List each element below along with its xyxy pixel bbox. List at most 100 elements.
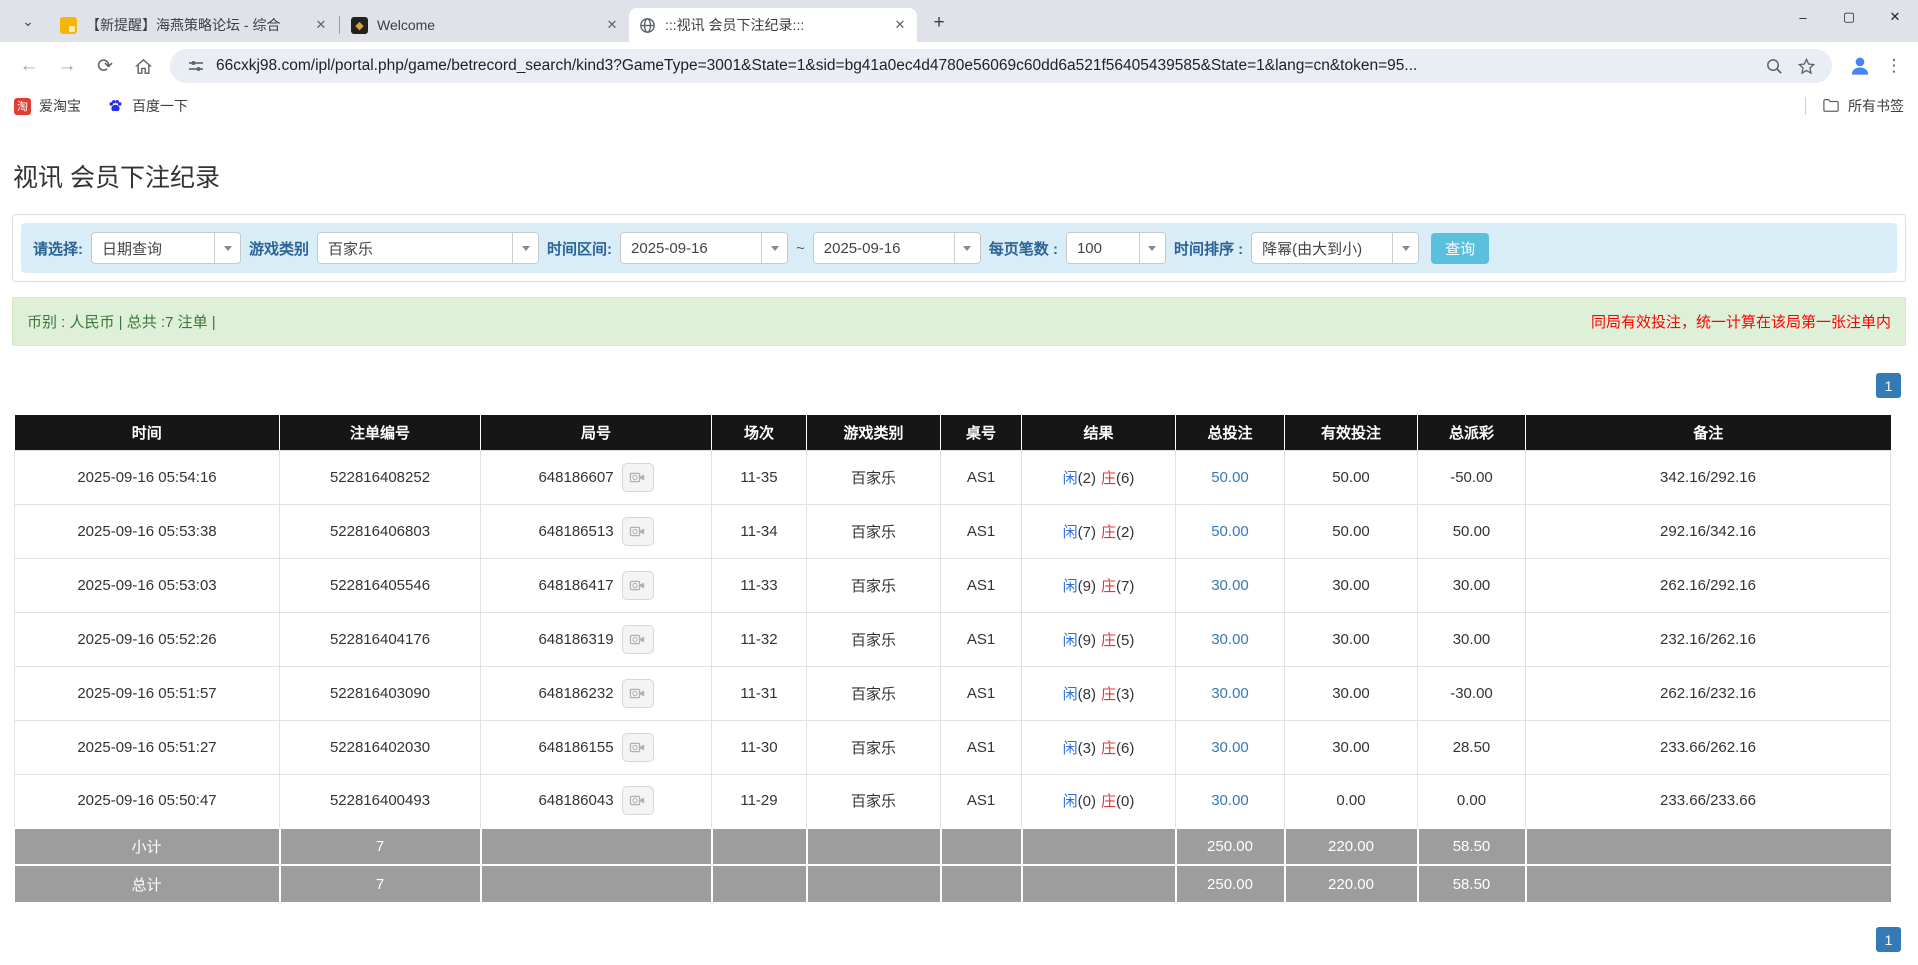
cell-total-bet: 30.00 — [1176, 612, 1285, 666]
tab-title: 【新提醒】海燕策略论坛 - 综合 — [86, 15, 304, 35]
table-header-row: 时间 注单编号 局号 场次 游戏类别 桌号 结果 总投注 有效投注 总派彩 备注 — [15, 415, 1891, 450]
cell-session: 11-33 — [712, 558, 807, 612]
cell-bet-id: 522816402030 — [280, 720, 481, 774]
cell-remark: 262.16/292.16 — [1526, 558, 1891, 612]
table-row: 2025-09-16 05:52:26522816404176648186319… — [15, 612, 1891, 666]
game-type-label: 游戏类别 — [249, 238, 309, 259]
cell-time: 2025-09-16 05:52:26 — [15, 612, 280, 666]
table-row: 2025-09-16 05:51:57522816403090648186232… — [15, 666, 1891, 720]
page-number-button[interactable]: 1 — [1876, 927, 1901, 952]
cell-payout: -50.00 — [1418, 450, 1526, 504]
all-bookmarks[interactable]: 所有书签 — [1805, 96, 1904, 116]
forward-icon[interactable]: → — [50, 49, 84, 83]
cell-payout: 30.00 — [1418, 558, 1526, 612]
result-banker: 庄 — [1101, 524, 1116, 541]
bookmark-aitaobao[interactable]: 淘 爱淘宝 — [14, 96, 81, 116]
cell-result: 闲(8)庄(3) — [1022, 666, 1176, 720]
cell-table-no: AS1 — [941, 450, 1022, 504]
bookmarks-bar: 淘 爱淘宝 百度一下 所有书签 — [0, 90, 1918, 122]
chevron-down-icon[interactable] — [512, 233, 538, 263]
total-bet-link[interactable]: 30.00 — [1211, 792, 1249, 809]
pagination-bottom: 1 — [0, 927, 1901, 952]
total-bet-link[interactable]: 50.00 — [1211, 523, 1249, 540]
table-row: 2025-09-16 05:54:16522816408252648186607… — [15, 450, 1891, 504]
tab-list-chevron-icon[interactable]: ⌄ — [14, 7, 42, 35]
game-type-select[interactable]: 百家乐 — [317, 232, 539, 264]
cell-session: 11-31 — [712, 666, 807, 720]
back-icon[interactable]: ← — [12, 49, 46, 83]
chevron-down-icon[interactable] — [761, 233, 787, 263]
cell-time: 2025-09-16 05:53:38 — [15, 504, 280, 558]
chevron-down-icon[interactable] — [954, 233, 980, 263]
total-bet-link[interactable]: 30.00 — [1211, 685, 1249, 702]
cell-total-bet: 30.00 — [1176, 720, 1285, 774]
url-bar[interactable]: 66cxkj98.com/ipl/portal.php/game/betreco… — [170, 49, 1832, 83]
tab-betrecord-active[interactable]: :::视讯 会员下注纪录::: ✕ — [629, 8, 917, 42]
cell-valid-bet: 50.00 — [1285, 450, 1418, 504]
result-player: 闲 — [1063, 578, 1078, 595]
per-page-value: 100 — [1067, 240, 1139, 257]
home-icon[interactable] — [126, 49, 160, 83]
chevron-down-icon[interactable] — [1392, 233, 1418, 263]
result-player-score: (0) — [1078, 793, 1096, 810]
filter-bar: 请选择: 日期查询 游戏类别 百家乐 时间区间: 2025-09-16 ~ 20… — [21, 223, 1897, 273]
tab-close-icon[interactable]: ✕ — [891, 16, 909, 34]
video-replay-button[interactable] — [622, 625, 654, 654]
cell-bet-id: 522816403090 — [280, 666, 481, 720]
cell-remark: 342.16/292.16 — [1526, 450, 1891, 504]
cell-total-bet: 30.00 — [1176, 666, 1285, 720]
total-bet-link[interactable]: 30.00 — [1211, 739, 1249, 756]
cell-result: 闲(9)庄(7) — [1022, 558, 1176, 612]
close-button[interactable]: ✕ — [1872, 0, 1918, 34]
cell-round-id: 648186319 — [481, 612, 712, 666]
date-from-select[interactable]: 2025-09-16 — [620, 232, 788, 264]
cell-total-bet: 50.00 — [1176, 504, 1285, 558]
round-id-text: 648186155 — [538, 739, 613, 756]
video-replay-button[interactable] — [622, 463, 654, 492]
tab-close-icon[interactable]: ✕ — [312, 16, 330, 34]
video-replay-button[interactable] — [622, 571, 654, 600]
reload-icon[interactable]: ⟳ — [88, 49, 122, 83]
subtotal-row: 小计 7 250.00 220.00 58.50 — [15, 828, 1891, 865]
minimize-button[interactable]: – — [1780, 0, 1826, 34]
page-number-button[interactable]: 1 — [1876, 373, 1901, 398]
cell-remark: 232.16/262.16 — [1526, 612, 1891, 666]
maximize-button[interactable]: ▢ — [1826, 0, 1872, 34]
bookmark-baidu[interactable]: 百度一下 — [107, 96, 188, 116]
chevron-down-icon[interactable] — [1139, 233, 1165, 263]
url-text[interactable]: 66cxkj98.com/ipl/portal.php/game/betreco… — [216, 57, 1756, 75]
browser-menu-icon[interactable]: ⋮ — [1880, 52, 1908, 80]
sort-select[interactable]: 降幂(由大到小) — [1251, 232, 1419, 264]
cell-bet-id: 522816400493 — [280, 774, 481, 828]
tab-close-icon[interactable]: ✕ — [603, 16, 621, 34]
zoom-page-icon[interactable] — [1760, 52, 1788, 80]
video-replay-button[interactable] — [622, 733, 654, 762]
video-replay-button[interactable] — [622, 517, 654, 546]
per-page-select[interactable]: 100 — [1066, 232, 1166, 264]
profile-avatar-icon[interactable] — [1844, 50, 1876, 82]
tab-forum[interactable]: 【新提醒】海燕策略论坛 - 综合 ✕ — [50, 8, 338, 42]
total-bet-link[interactable]: 30.00 — [1211, 577, 1249, 594]
cell-session: 11-32 — [712, 612, 807, 666]
search-button[interactable]: 查询 — [1431, 233, 1489, 264]
site-info-icon[interactable] — [186, 56, 206, 76]
date-to-select[interactable]: 2025-09-16 — [813, 232, 981, 264]
result-player: 闲 — [1063, 632, 1078, 649]
total-bet-link[interactable]: 50.00 — [1211, 469, 1249, 486]
bookmark-star-icon[interactable] — [1792, 52, 1820, 80]
new-tab-button[interactable]: + — [925, 9, 953, 37]
video-replay-button[interactable] — [622, 786, 654, 815]
query-type-select[interactable]: 日期查询 — [91, 232, 241, 264]
col-header-payout: 总派彩 — [1418, 415, 1526, 450]
total-bet-link[interactable]: 30.00 — [1211, 631, 1249, 648]
col-header-game-type: 游戏类别 — [807, 415, 941, 450]
result-banker-score: (5) — [1116, 632, 1134, 649]
chevron-down-icon[interactable] — [214, 233, 240, 263]
tab-welcome[interactable]: ◆ Welcome ✕ — [341, 8, 629, 42]
globe-favicon-icon — [639, 17, 656, 34]
video-replay-button[interactable] — [622, 679, 654, 708]
cell-round-id: 648186043 — [481, 774, 712, 828]
result-banker-score: (6) — [1116, 470, 1134, 487]
forum-favicon-icon — [60, 17, 77, 34]
tab-title: :::视讯 会员下注纪录::: — [665, 15, 883, 35]
